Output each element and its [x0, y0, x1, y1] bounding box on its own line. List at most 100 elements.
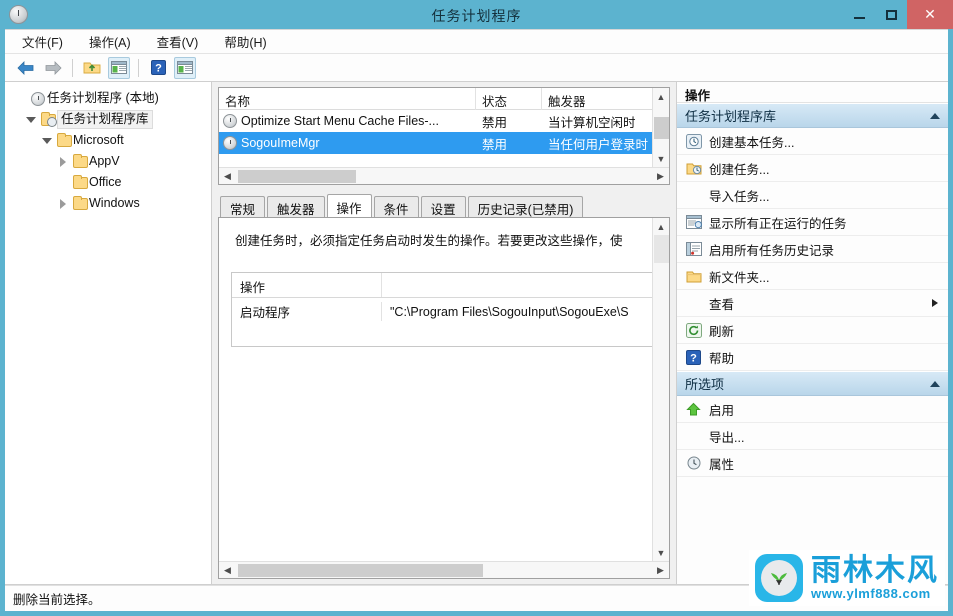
- tab-general[interactable]: 常规: [220, 196, 266, 217]
- window-title: 任务计划程序: [431, 8, 522, 24]
- clock-icon: [223, 136, 237, 150]
- action-export[interactable]: 导出...: [677, 423, 948, 450]
- tree-item-microsoft[interactable]: Microsoft: [9, 130, 211, 151]
- twisty-expanded-icon[interactable]: [39, 137, 55, 144]
- action-import-task[interactable]: 导入任务...: [677, 182, 948, 209]
- toolbar: ?: [5, 54, 948, 82]
- task-list: 名称 状态 触发器 Optimize Start Menu Cache File…: [218, 87, 670, 185]
- tab-triggers[interactable]: 触发器: [267, 196, 325, 217]
- scroll-left-icon[interactable]: ◀: [219, 171, 236, 182]
- task-list-vertical-scrollbar[interactable]: ▲ ▼: [652, 88, 669, 167]
- column-header-details[interactable]: [382, 273, 656, 297]
- actions-group-header-library[interactable]: 任务计划程序库: [677, 103, 948, 128]
- forward-arrow-icon[interactable]: [42, 57, 64, 79]
- action-enable[interactable]: 启用: [677, 396, 948, 423]
- action-properties[interactable]: 属性: [677, 450, 948, 477]
- action-create-basic-task[interactable]: 创建基本任务...: [677, 128, 948, 155]
- scroll-down-icon[interactable]: ▼: [653, 544, 670, 561]
- menu-bar: 文件(F) 操作(A) 查看(V) 帮助(H): [5, 29, 948, 54]
- task-name-text: Optimize Start Menu Cache Files-...: [241, 114, 439, 128]
- menu-help[interactable]: 帮助(H): [219, 30, 271, 53]
- folder-clock-icon: [39, 111, 57, 127]
- task-name-cell: Optimize Start Menu Cache Files-...: [219, 114, 476, 128]
- action-create-task[interactable]: 创建任务...: [677, 155, 948, 182]
- action-help[interactable]: ? 帮助: [677, 344, 948, 371]
- scroll-track[interactable]: [653, 235, 670, 544]
- help-icon: ?: [685, 349, 702, 365]
- action-new-folder[interactable]: 新文件夹...: [677, 263, 948, 290]
- action-label: 属性: [709, 457, 735, 472]
- action-refresh[interactable]: 刷新: [677, 317, 948, 344]
- minimize-button[interactable]: [843, 0, 875, 29]
- tree-label: 任务计划程序库: [57, 110, 153, 129]
- task-scheduler-window: 任务计划程序 ✕ 文件(F) 操作(A) 查看(V) 帮助(H) ? 任务计划程…: [0, 0, 953, 616]
- action-view[interactable]: 查看: [677, 290, 948, 317]
- column-header-trigger[interactable]: 触发器: [542, 88, 669, 110]
- menu-view[interactable]: 查看(V): [152, 30, 204, 53]
- scroll-up-icon[interactable]: ▲: [653, 218, 670, 235]
- task-status-cell: 禁用: [482, 115, 508, 130]
- scroll-thumb[interactable]: [238, 563, 483, 577]
- tree-item-office[interactable]: Office: [9, 172, 211, 193]
- watermark-brand: 雨林木风: [811, 553, 939, 587]
- folder-icon: [71, 153, 89, 168]
- tree-label: Office: [89, 175, 122, 189]
- tab-settings[interactable]: 设置: [420, 196, 466, 217]
- close-button[interactable]: ✕: [907, 0, 953, 29]
- scroll-up-icon[interactable]: ▲: [653, 88, 670, 105]
- watermark-url: www.ylmf888.com: [811, 585, 931, 601]
- task-list-horizontal-scrollbar[interactable]: ◀ ▶: [219, 167, 669, 184]
- status-text: 删除当前选择。: [13, 593, 101, 607]
- scroll-right-icon[interactable]: ▶: [652, 565, 669, 576]
- action-label: 导出...: [709, 430, 745, 445]
- show-hide-action-pane-icon[interactable]: [174, 56, 196, 79]
- tab-conditions[interactable]: 条件: [373, 196, 419, 217]
- column-header-action[interactable]: 操作: [232, 273, 382, 297]
- action-enable-task-history[interactable]: 启用所有任务历史记录: [677, 236, 948, 263]
- scroll-left-icon[interactable]: ◀: [219, 565, 236, 576]
- chevron-up-icon[interactable]: [930, 112, 940, 119]
- actions-tab-panel: 创建任务时，必须指定任务启动时发生的操作。若要更改这些操作，使 操作 启动程序 …: [218, 217, 670, 579]
- chevron-up-icon[interactable]: [930, 380, 940, 387]
- tab-panel-vertical-scrollbar[interactable]: ▲ ▼: [652, 218, 669, 561]
- folder-icon: [71, 174, 89, 189]
- tab-actions[interactable]: 操作: [326, 194, 372, 217]
- twisty-expanded-icon[interactable]: [23, 116, 39, 123]
- new-folder-icon: [685, 269, 702, 283]
- column-header-name[interactable]: 名称: [219, 88, 476, 110]
- scroll-track[interactable]: [653, 105, 670, 150]
- action-label: 查看: [709, 297, 735, 312]
- menu-action[interactable]: 操作(A): [84, 30, 136, 53]
- tab-panel-horizontal-scrollbar[interactable]: ◀ ▶: [219, 561, 669, 578]
- table-row[interactable]: SogouImeMgr 禁用 当任何用户登录时: [219, 132, 669, 154]
- scroll-thumb[interactable]: [238, 169, 356, 183]
- scroll-thumb[interactable]: [653, 117, 669, 139]
- twisty-collapsed-icon[interactable]: [55, 156, 71, 167]
- up-folder-icon[interactable]: [81, 57, 103, 79]
- scroll-track[interactable]: [236, 169, 652, 184]
- action-type-cell: 启动程序: [232, 302, 382, 321]
- scroll-track[interactable]: [236, 563, 652, 578]
- show-hide-console-tree-icon[interactable]: [108, 56, 130, 79]
- column-header-status[interactable]: 状态: [476, 88, 542, 110]
- menu-file[interactable]: 文件(F): [17, 30, 68, 53]
- actions-group-header-selected-item[interactable]: 所选项: [677, 371, 948, 396]
- scroll-right-icon[interactable]: ▶: [652, 171, 669, 182]
- tree-item-task-scheduler-local[interactable]: 任务计划程序 (本地): [9, 88, 211, 109]
- back-arrow-icon[interactable]: [15, 57, 37, 79]
- tree-item-task-scheduler-library[interactable]: 任务计划程序库: [9, 109, 211, 130]
- action-show-running-tasks[interactable]: 显示所有正在运行的任务: [677, 209, 948, 236]
- table-row[interactable]: Optimize Start Menu Cache Files-... 禁用 当…: [219, 110, 669, 132]
- tab-history[interactable]: 历史记录(已禁用): [467, 196, 584, 217]
- tree-item-windows[interactable]: Windows: [9, 193, 211, 214]
- tree-item-appv[interactable]: AppV: [9, 151, 211, 172]
- create-task-icon: [685, 161, 702, 176]
- folder-icon: [55, 132, 73, 147]
- twisty-collapsed-icon[interactable]: [55, 198, 71, 209]
- maximize-button[interactable]: [875, 0, 907, 29]
- table-row[interactable]: 启动程序 "C:\Program Files\SogouInput\SogouE…: [232, 298, 656, 325]
- scroll-down-icon[interactable]: ▼: [653, 150, 670, 167]
- window-bottom-edge: [0, 611, 953, 616]
- scroll-thumb[interactable]: [653, 235, 669, 263]
- help-icon[interactable]: ?: [147, 57, 169, 79]
